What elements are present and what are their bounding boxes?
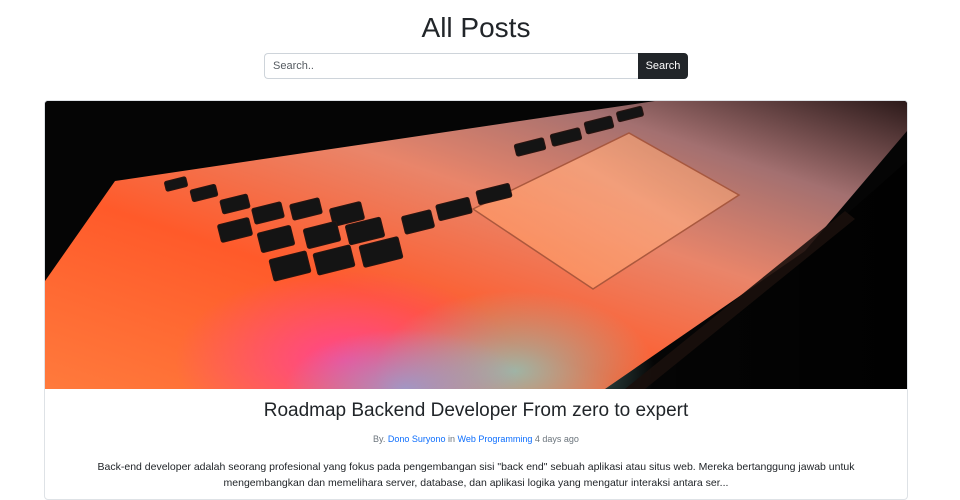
post-excerpt: Back-end developer adalah seorang profes… (97, 461, 855, 489)
post-meta-in-label: in (447, 434, 455, 444)
search-button[interactable]: Search (638, 53, 688, 79)
author-link[interactable]: Dono Suryono (388, 434, 446, 444)
search-input[interactable] (264, 53, 638, 79)
post-title[interactable]: Roadmap Backend Developer From zero to e… (81, 399, 871, 423)
page-title: All Posts (421, 12, 531, 43)
post-time: 4 days ago (534, 434, 579, 444)
post-card: Roadmap Backend Developer From zero to e… (44, 100, 908, 500)
category-link[interactable]: Web Programming (458, 434, 533, 444)
search-form: Search (264, 53, 688, 79)
post-meta-by-label: By. (373, 434, 386, 444)
card-body: Roadmap Backend Developer From zero to e… (45, 399, 907, 491)
post-image[interactable] (45, 101, 907, 389)
post-meta: By. Dono Suryono in Web Programming 4 da… (81, 433, 871, 445)
